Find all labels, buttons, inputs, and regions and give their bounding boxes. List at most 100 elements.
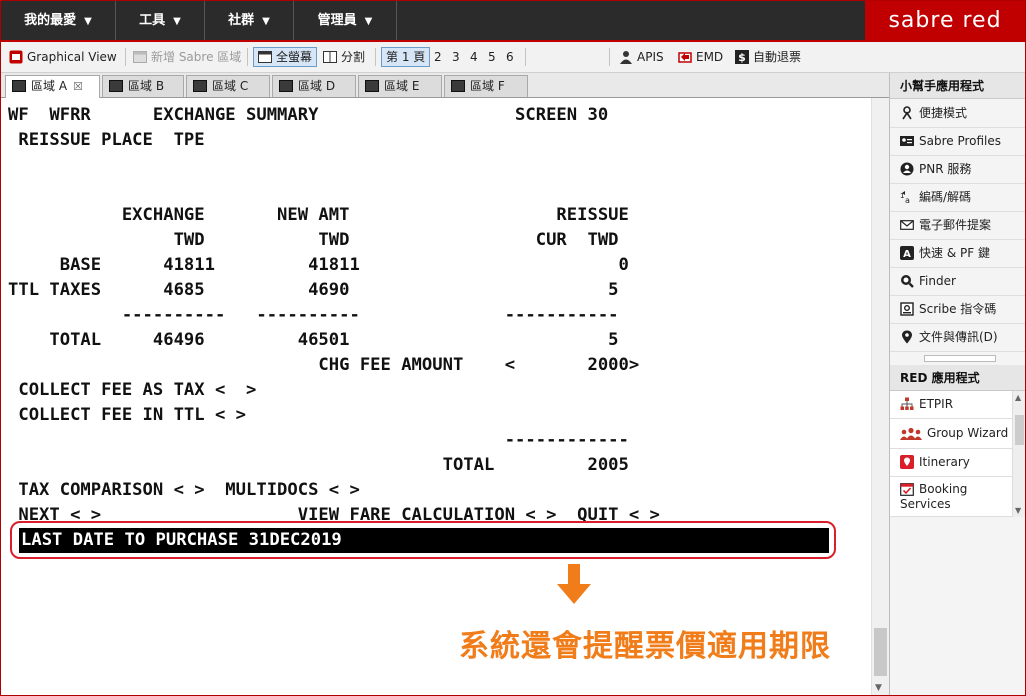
svg-text:a: a bbox=[905, 196, 910, 204]
terminal-icon bbox=[279, 79, 293, 92]
split-icon bbox=[323, 50, 337, 63]
panel-item-convenience-mode[interactable]: 便捷模式 bbox=[890, 100, 1025, 128]
emd-button[interactable]: EMD bbox=[678, 47, 723, 67]
tab-label: 區域 B bbox=[128, 79, 165, 93]
split-button[interactable]: 分割 bbox=[323, 47, 365, 67]
top-menu-bar: 我的最愛 ▼ 工具 ▼ 社群 ▼ 管理員 ▼ sabre red bbox=[1, 1, 1025, 40]
person-icon bbox=[620, 50, 632, 64]
page-5-button[interactable]: 5 bbox=[488, 47, 496, 67]
auto-refund-button[interactable]: $ 自動退票 bbox=[735, 47, 801, 67]
menu-tools[interactable]: 工具 ▼ bbox=[116, 1, 205, 40]
terminal-line: TOTAL 2005 bbox=[8, 455, 629, 475]
mail-icon bbox=[900, 219, 914, 230]
svg-text:$: $ bbox=[738, 51, 746, 64]
tab-area-b[interactable]: 區域 B bbox=[102, 75, 184, 97]
search-icon bbox=[901, 274, 914, 288]
page-1-label: 第 1 頁 bbox=[386, 50, 426, 64]
auto-refund-label: 自動退票 bbox=[753, 50, 802, 64]
apis-button[interactable]: APIS bbox=[619, 47, 664, 67]
terminal-icon bbox=[109, 79, 123, 92]
person-icon bbox=[902, 105, 912, 119]
org-chart-icon bbox=[900, 397, 914, 410]
group-icon bbox=[900, 427, 922, 440]
panel-item-label: 便捷模式 bbox=[919, 106, 968, 120]
menu-community[interactable]: 社群 ▼ bbox=[205, 1, 294, 40]
terminal-icon bbox=[451, 79, 465, 92]
graphical-view-button[interactable]: Graphical View bbox=[9, 47, 117, 67]
menu-admin-label: 管理員 bbox=[317, 13, 357, 28]
itinerary-icon bbox=[900, 454, 914, 469]
panel-item-booking-services[interactable]: Booking Services bbox=[890, 477, 1012, 517]
chevron-down-icon: ▼ bbox=[262, 16, 270, 27]
encode-icon: 1a bbox=[900, 190, 910, 204]
panel-item-pnr-service[interactable]: PNR 服務 bbox=[890, 156, 1025, 184]
toolbar-divider bbox=[609, 48, 610, 66]
tab-label: 區域 E bbox=[384, 79, 420, 93]
panel-item-label: Finder bbox=[919, 274, 956, 288]
page-4-button[interactable]: 4 bbox=[470, 47, 478, 67]
terminal-line: TAX COMPARISON < > MULTIDOCS < > bbox=[8, 480, 360, 500]
terminal-line: REISSUE PLACE TPE bbox=[8, 130, 205, 150]
emd-icon bbox=[678, 51, 692, 63]
terminal-icon bbox=[12, 79, 26, 92]
pin-icon bbox=[902, 330, 912, 343]
tab-area-d[interactable]: 區域 D bbox=[272, 75, 356, 97]
panel-item-sabre-profiles[interactable]: Sabre Profiles bbox=[890, 128, 1025, 156]
page-3-button[interactable]: 3 bbox=[452, 47, 460, 67]
panel-splitter-handle[interactable] bbox=[924, 355, 996, 362]
panel-item-quick-pf-keys[interactable]: A 快速 & PF 鍵 bbox=[890, 240, 1025, 268]
close-icon[interactable]: ☒ bbox=[73, 80, 83, 93]
tab-area-a[interactable]: 區域 A ☒ bbox=[5, 75, 100, 98]
panel-item-label: 編碼/解碼 bbox=[919, 190, 972, 204]
panel-item-email-proposal[interactable]: 電子郵件提案 bbox=[890, 212, 1025, 240]
panel-item-encode-decode[interactable]: 1 a 編碼/解碼 bbox=[890, 184, 1025, 212]
tab-area-e[interactable]: 區域 E bbox=[358, 75, 442, 97]
terminal-line: WF WFRR EXCHANGE SUMMARY SCREEN 30 bbox=[8, 105, 609, 125]
terminal-line: CHG FEE AMOUNT < 2000> bbox=[8, 355, 640, 375]
split-label: 分割 bbox=[341, 50, 366, 64]
fullscreen-icon bbox=[258, 50, 272, 63]
scroll-down-icon[interactable]: ▼ bbox=[875, 683, 882, 693]
terminal-icon bbox=[365, 79, 379, 92]
toolbar-divider bbox=[125, 48, 126, 66]
menu-community-label: 社群 bbox=[228, 13, 255, 28]
scroll-up-icon[interactable]: ▲ bbox=[1015, 393, 1021, 402]
emd-label: EMD bbox=[696, 50, 724, 64]
chevron-down-icon: ▼ bbox=[84, 16, 92, 27]
toolbar-divider bbox=[375, 48, 376, 66]
tab-label: 區域 C bbox=[212, 79, 249, 93]
terminal-line: ------------ bbox=[8, 430, 629, 450]
fullscreen-button[interactable]: 全螢幕 bbox=[253, 47, 318, 67]
red-apps-scrollbar[interactable]: ▲ ▼ bbox=[1012, 391, 1025, 517]
panel-item-docs-messaging[interactable]: 文件與傳訊(D) bbox=[890, 324, 1025, 352]
down-arrow-icon bbox=[568, 564, 580, 586]
page-1-button[interactable]: 第 1 頁 bbox=[381, 47, 431, 67]
page-2-button[interactable]: 2 bbox=[434, 47, 442, 67]
panel-item-finder[interactable]: Finder bbox=[890, 268, 1025, 296]
highlight-outline bbox=[10, 521, 836, 559]
menu-favorites[interactable]: 我的最愛 ▼ bbox=[1, 1, 116, 40]
scrollbar-thumb[interactable] bbox=[1015, 415, 1024, 445]
panel-item-scribe-script[interactable]: Scribe 指令碼 bbox=[890, 296, 1025, 324]
sabre-terminal[interactable]: WF WFRR EXCHANGE SUMMARY SCREEN 30 REISS… bbox=[1, 98, 871, 695]
refund-dollar-icon: $ bbox=[735, 49, 749, 64]
tab-label: 區域 F bbox=[470, 79, 505, 93]
apis-label: APIS bbox=[637, 50, 664, 64]
menu-favorites-label: 我的最愛 bbox=[24, 13, 77, 28]
tab-area-c[interactable]: 區域 C bbox=[186, 75, 270, 97]
page-6-button[interactable]: 6 bbox=[506, 47, 514, 67]
terminal-line: BASE 41811 41811 0 bbox=[8, 255, 629, 275]
scroll-down-icon[interactable]: ▼ bbox=[1015, 506, 1021, 515]
menu-admin[interactable]: 管理員 ▼ bbox=[294, 1, 397, 40]
panel-item-etpir[interactable]: ETPIR bbox=[890, 391, 1012, 419]
scrollbar-thumb[interactable] bbox=[874, 628, 887, 676]
new-area-button[interactable]: 新增 Sabre 區域 bbox=[133, 47, 241, 67]
tab-label: 區域 A bbox=[31, 79, 68, 93]
terminal-scrollbar[interactable]: ▼ bbox=[871, 98, 889, 695]
tab-area-f[interactable]: 區域 F bbox=[444, 75, 528, 97]
panel-item-label: Group Wizard bbox=[927, 426, 1009, 440]
panel-item-itinerary[interactable]: Itinerary bbox=[890, 449, 1012, 477]
panel-item-group-wizard[interactable]: Group Wizard bbox=[890, 419, 1012, 449]
panel-item-label: 電子郵件提案 bbox=[919, 218, 992, 232]
area-tabs: 區域 A ☒ 區域 B 區域 C 區域 D 區域 E 區域 F bbox=[1, 73, 889, 98]
